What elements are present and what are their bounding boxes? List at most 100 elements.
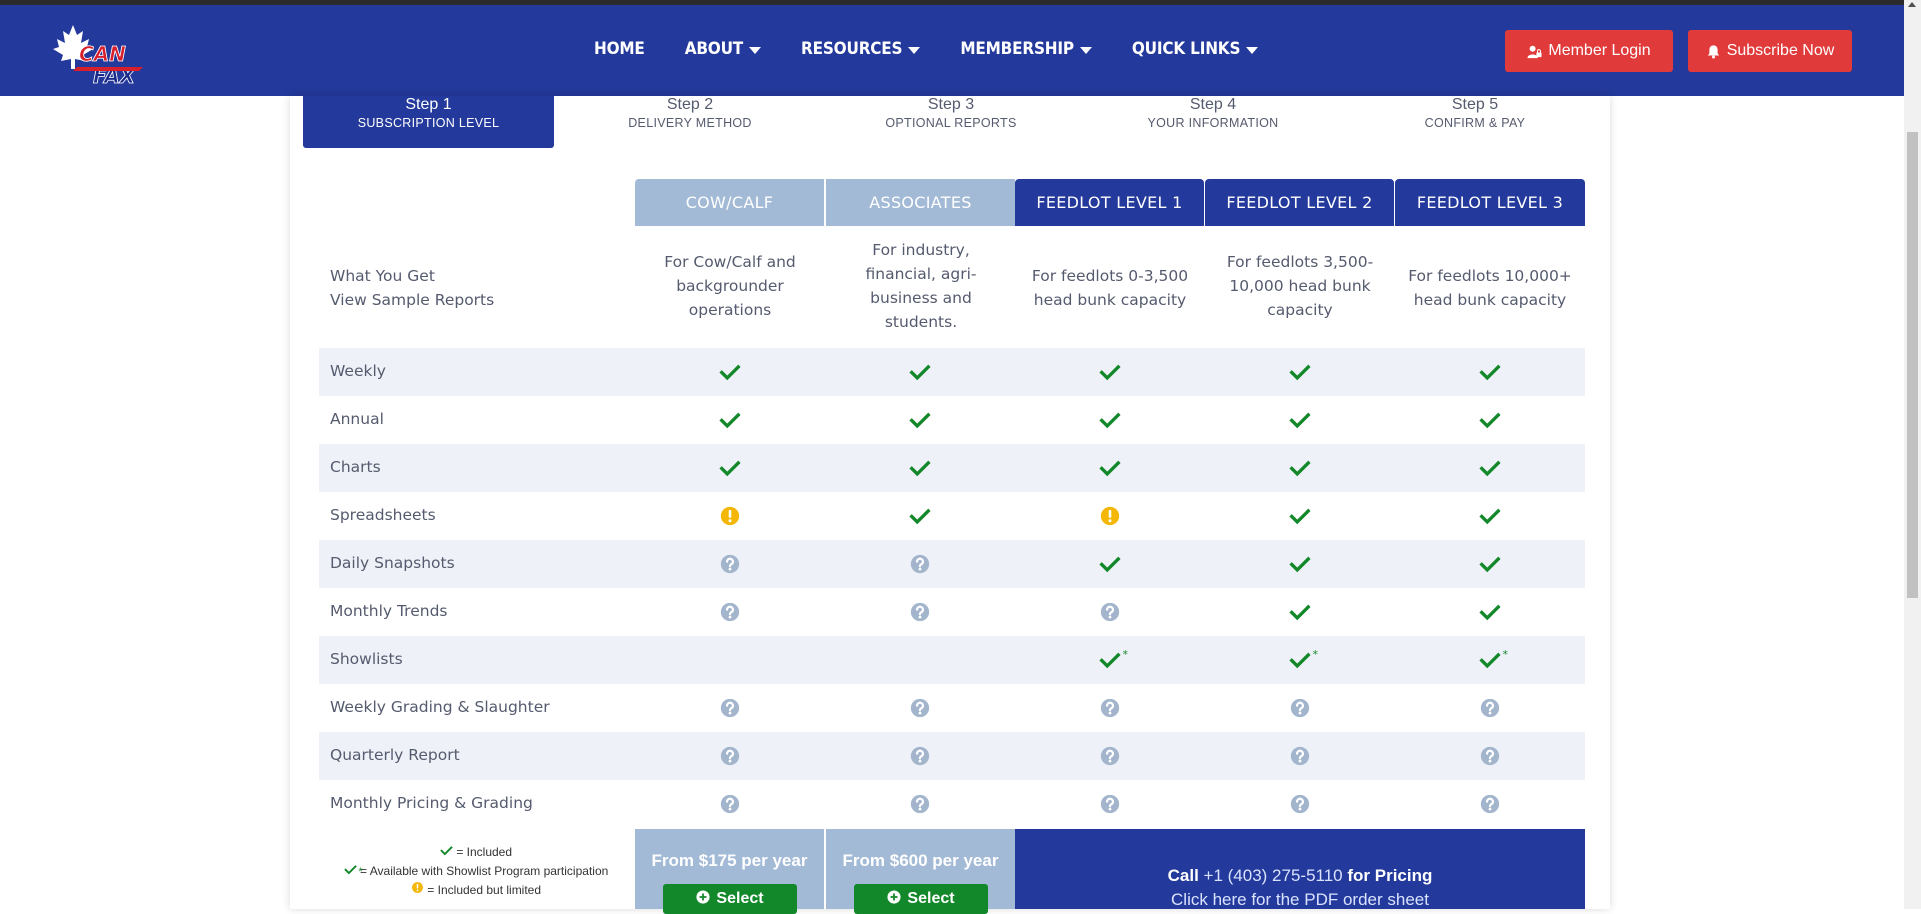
step-subtitle: OPTIONAL REPORTS <box>885 116 1017 130</box>
desc-line: head bunk capacity <box>1033 291 1187 309</box>
check-icon <box>1478 360 1502 384</box>
table-row: Weekly <box>319 348 1585 396</box>
question-circle-icon[interactable] <box>908 792 932 816</box>
select-cowcalf-button[interactable]: Select <box>663 884 797 914</box>
select-associates-button[interactable]: Select <box>854 884 988 914</box>
question-circle-icon[interactable] <box>908 600 932 624</box>
legend: = Included * = Available with Showlist P… <box>316 843 636 899</box>
feature-label: Spreadsheets <box>330 506 436 524</box>
question-circle-icon[interactable] <box>718 696 742 720</box>
chevron-down-icon <box>908 46 921 54</box>
question-circle-icon[interactable] <box>1478 696 1502 720</box>
question-circle-icon[interactable] <box>908 552 932 576</box>
call-suffix: for Pricing <box>1347 866 1433 885</box>
step-4-tab[interactable]: Step 4 YOUR INFORMATION <box>1113 96 1313 148</box>
question-circle-icon[interactable] <box>1098 600 1122 624</box>
chevron-down-icon <box>749 46 762 54</box>
subscribe-now-label: Subscribe Now <box>1726 42 1835 59</box>
vertical-scrollbar[interactable] <box>1904 0 1921 909</box>
step-subtitle: SUBSCRIPTION LEVEL <box>357 116 500 130</box>
member-login-button[interactable]: Member Login <box>1505 30 1673 72</box>
question-circle-icon[interactable] <box>1478 744 1502 768</box>
table-row: Annual <box>319 396 1585 444</box>
question-circle-icon[interactable] <box>1288 792 1312 816</box>
svg-text:CAN: CAN <box>79 42 126 66</box>
check-icon <box>718 408 742 432</box>
step-title: Step 2 <box>666 96 714 113</box>
check-icon <box>1288 504 1312 528</box>
price-text: From $600 per year <box>842 851 999 870</box>
question-circle-icon[interactable] <box>1288 696 1312 720</box>
question-circle-icon[interactable] <box>1098 792 1122 816</box>
main-nav: HOME ABOUT RESOURCES MEMBERSHIP QUICK LI… <box>594 39 1298 59</box>
table-row: Spreadsheets <box>319 492 1585 540</box>
nav-resources[interactable]: RESOURCES <box>801 39 921 59</box>
plan-header-cowcalf: COW/CALF <box>635 179 824 226</box>
check-icon <box>1478 504 1502 528</box>
canfax-logo[interactable]: CAN FAX <box>53 21 149 91</box>
chevron-down-icon <box>1246 46 1259 54</box>
question-circle-icon[interactable] <box>908 744 932 768</box>
desc-line: business and <box>870 289 972 307</box>
plan-desc-cowcalf: For Cow/Calf and backgrounder operations <box>645 250 815 322</box>
question-circle-icon[interactable] <box>718 744 742 768</box>
step-2-tab[interactable]: Step 2 DELIVERY METHOD <box>590 96 790 148</box>
table-row: Monthly Trends <box>319 588 1585 636</box>
feature-label: Quarterly Report <box>330 746 460 764</box>
check-icon <box>1478 456 1502 480</box>
nav-membership[interactable]: MEMBERSHIP <box>960 39 1092 59</box>
feature-label: Weekly Grading & Slaughter <box>330 698 550 716</box>
what-you-get-block: What You Get View Sample Reports <box>330 264 494 312</box>
feature-label: Annual <box>330 410 384 428</box>
question-circle-icon[interactable] <box>1098 696 1122 720</box>
step-1-tab[interactable]: Step 1 SUBSCRIPTION LEVEL <box>303 96 554 148</box>
check-icon <box>1098 456 1122 480</box>
subscribe-now-button[interactable]: Subscribe Now <box>1688 30 1852 72</box>
plan-header-feedlot-3: FEEDLOT LEVEL 3 <box>1395 179 1585 226</box>
plan-name: ASSOCIATES <box>869 193 972 212</box>
check-icon <box>1288 360 1312 384</box>
desc-line: For feedlots 0-3,500 <box>1031 267 1189 285</box>
desc-line: For industry, <box>872 241 970 259</box>
select-label: Select <box>907 890 955 907</box>
nav-quick-links[interactable]: QUICK LINKS <box>1131 39 1259 59</box>
question-circle-icon[interactable] <box>718 792 742 816</box>
check-icon <box>718 456 742 480</box>
nav-home-label: HOME <box>594 39 645 59</box>
phone-link[interactable]: +1 (403) 275-5110 <box>1204 866 1343 885</box>
bell-icon <box>1707 44 1719 58</box>
table-row: Weekly Grading & Slaughter <box>319 684 1585 732</box>
question-circle-icon[interactable] <box>908 696 932 720</box>
question-circle-icon[interactable] <box>718 600 742 624</box>
check-icon <box>1098 552 1122 576</box>
plan-header-feedlot-1: FEEDLOT LEVEL 1 <box>1015 179 1204 226</box>
desc-line: 10,000 head bunk <box>1229 277 1371 295</box>
call-prefix: Call <box>1167 866 1199 885</box>
step-title: Step 3 <box>927 96 975 113</box>
question-circle-icon[interactable] <box>1478 792 1502 816</box>
table-row: Charts <box>319 444 1585 492</box>
nav-home[interactable]: HOME <box>594 39 645 59</box>
feedlot-pricing-box: Call +1 (403) 275-5110 for Pricing Click… <box>1015 829 1585 909</box>
nav-about[interactable]: ABOUT <box>684 39 762 59</box>
question-circle-icon[interactable] <box>718 552 742 576</box>
step-title: Step 4 <box>1189 96 1237 113</box>
question-circle-icon[interactable] <box>1288 744 1312 768</box>
step-subtitle: CONFIRM & PAY <box>1424 116 1526 130</box>
step-subtitle: DELIVERY METHOD <box>628 116 752 130</box>
scroll-up-arrow[interactable] <box>1908 2 1916 7</box>
plan-desc-feedlot-1: For feedlots 0-3,500 head bunk capacity <box>1020 264 1200 312</box>
check-icon <box>1478 552 1502 576</box>
member-login-label: Member Login <box>1548 42 1651 59</box>
nav-quick-links-label: QUICK LINKS <box>1131 39 1241 59</box>
legend-included: = Included <box>316 843 636 862</box>
question-circle-icon[interactable] <box>1098 744 1122 768</box>
nav-about-label: ABOUT <box>684 39 744 59</box>
desc-line: backgrounder <box>676 277 784 295</box>
pdf-order-sheet-link[interactable]: Click here for the PDF order sheet <box>1015 890 1585 910</box>
step-3-tab[interactable]: Step 3 OPTIONAL REPORTS <box>851 96 1051 148</box>
scrollbar-thumb[interactable] <box>1907 132 1918 598</box>
step-5-tab[interactable]: Step 5 CONFIRM & PAY <box>1375 96 1575 148</box>
view-sample-reports-link[interactable]: View Sample Reports <box>330 288 494 312</box>
desc-line: head bunk capacity <box>1413 291 1567 309</box>
